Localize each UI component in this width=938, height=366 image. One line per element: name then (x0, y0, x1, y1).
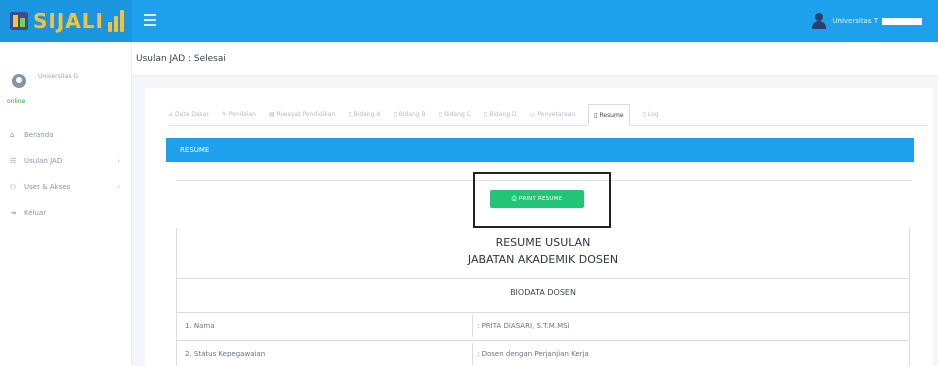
brand-name: SIJALI (33, 9, 104, 33)
tab-bidang-d[interactable]: ▯ Bidang D (484, 105, 517, 125)
divider (177, 340, 909, 341)
list-icon: ☷ (10, 157, 17, 165)
sidebar-item-label: Keluar (24, 209, 47, 217)
document-icon: ▯ (642, 111, 646, 118)
card-icon: ▭ (529, 111, 536, 118)
user-name-redaction (882, 17, 922, 25)
content-header: Usulan JAD : Selesai (132, 42, 938, 76)
document-icon: ▯ (483, 111, 488, 118)
top-navbar: SIJALI Universitas T (0, 0, 938, 42)
tab-resume[interactable]: ▯ Resume (588, 104, 630, 126)
users-icon: ⚇ (10, 183, 17, 191)
table-row: 1. Nama : PRITA DIASARI, S.T.M.MSi (177, 315, 909, 337)
row-label: 2. Status Kepegawaian (185, 350, 266, 358)
tab-penilaian[interactable]: ✎ Penilaian (222, 105, 256, 125)
tab-label: Penyetaraan (537, 111, 576, 118)
sidebar-item-beranda[interactable]: ⌂ Beranda (10, 122, 128, 148)
sidebar-item-keluar[interactable]: ⇥ Keluar (10, 200, 128, 226)
logo-icon (10, 12, 28, 30)
tab-label: Log (647, 111, 659, 118)
document-title-line1: RESUME USULAN (495, 236, 591, 249)
sidebar-menu: ⌂ Beranda ☷ Usulan JAD › ⚇ User & Akses … (10, 122, 128, 226)
section-title: RESUME (180, 146, 210, 154)
brand-logo[interactable]: SIJALI (0, 0, 132, 42)
tab-label: Bidang B (398, 111, 426, 118)
tab-label: Riwayat Pendidikan (276, 111, 336, 118)
sidebar-user-name: Universitas G (38, 73, 79, 80)
document-icon: ▯ (393, 111, 397, 118)
print-button-label: PRINT RESUME (518, 196, 563, 202)
user-icon (812, 13, 827, 29)
tab-label: Resume (599, 111, 624, 119)
tab-log[interactable]: ▯ Log (643, 105, 659, 125)
divider (472, 343, 473, 365)
tab-label: Penilaian (228, 111, 256, 118)
row-value: : PRITA DIASARI, S.T.M.MSi (477, 322, 570, 330)
sidebar-item-usulan-jad[interactable]: ☷ Usulan JAD › (10, 148, 128, 174)
list-icon: ▤ (268, 111, 275, 118)
divider (177, 278, 909, 279)
user-name: Universitas T (832, 17, 878, 25)
tab-riwayat-pendidikan[interactable]: ▤ Riwayat Pendidikan (269, 105, 335, 125)
resume-document: RESUME USULAN JABATAN AKADEMIK DOSEN BIO… (176, 228, 910, 366)
document-icon: ▯ (348, 111, 352, 118)
tab-label: Bidang A (353, 111, 381, 118)
home-icon: ⌂ (10, 131, 15, 139)
tab-bidang-c[interactable]: ▯ Bidang C (439, 105, 471, 125)
chevron-right-icon: › (117, 183, 120, 191)
sidebar: Universitas G online ⌂ Beranda ☷ Usulan … (0, 42, 132, 366)
section-header: RESUME (166, 138, 914, 162)
tab-label: Bidang C (443, 111, 471, 118)
document-title-line2: JABATAN AKADEMIK DOSEN (467, 253, 619, 266)
tab-label: Data Dasar (175, 111, 209, 118)
tab-bidang-a[interactable]: ▯ Bidang A (348, 105, 380, 125)
sidebar-item-label: Usulan JAD (24, 157, 63, 165)
tab-data-dasar[interactable]: ⊿ Data Dasar (168, 105, 209, 125)
menu-toggle-icon[interactable] (144, 14, 156, 26)
sidebar-item-label: Beranda (24, 131, 54, 139)
chevron-right-icon: › (117, 157, 120, 165)
online-status: online (7, 98, 26, 105)
avatar (12, 74, 26, 88)
divider (472, 315, 473, 337)
tab-bidang-b[interactable]: ▯ Bidang B (393, 105, 425, 125)
edit-icon: ✎ (221, 111, 227, 118)
user-menu[interactable]: Universitas T (812, 10, 922, 32)
document-title: RESUME USULAN JABATAN AKADEMIK DOSEN (177, 234, 909, 268)
tab-icon: ⊿ (168, 111, 174, 118)
logout-icon: ⇥ (10, 209, 16, 217)
document-icon: ▯ (438, 111, 442, 118)
row-label: 1. Nama (185, 322, 215, 330)
sidebar-item-user-akses[interactable]: ⚇ User & Akses › (10, 174, 128, 200)
divider (177, 312, 909, 313)
document-subtitle: BIODATA DOSEN (510, 288, 576, 297)
print-resume-button[interactable]: ⎙ PRINT RESUME (490, 190, 584, 208)
tab-bar: ⊿ Data Dasar ✎ Penilaian ▤ Riwayat Pendidik… (168, 104, 928, 126)
print-icon: ⎙ (511, 195, 517, 202)
tab-penyetaraan[interactable]: ▭ Penyetaraan (530, 105, 575, 125)
sidebar-item-label: User & Akses (24, 183, 71, 191)
table-row: 2. Status Kepegawaian : Dosen dengan Per… (177, 343, 909, 365)
breadcrumb: Usulan JAD : Selesai (136, 54, 226, 64)
document-icon: ▯ (594, 111, 598, 119)
tab-label: Bidang D (489, 111, 517, 118)
row-value: : Dosen dengan Perjanjian Kerja (477, 350, 589, 358)
logo-decoration-icon (108, 10, 126, 32)
